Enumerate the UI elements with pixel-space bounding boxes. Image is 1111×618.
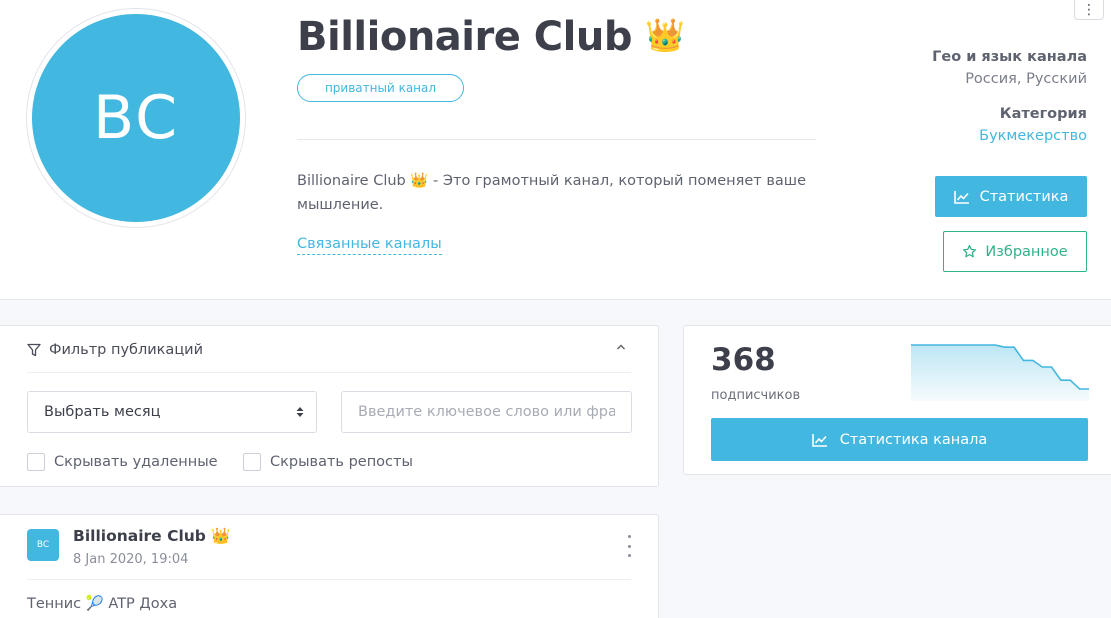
channel-meta: Гео и язык канала Россия, Русский Катего… (847, 46, 1087, 147)
chart-line-icon (811, 433, 828, 447)
chart-line-icon (953, 190, 970, 204)
sparkline-area (911, 345, 1089, 401)
channel-statistics-button[interactable]: Статистика канала (711, 418, 1088, 461)
vertical-dots-icon (627, 535, 631, 538)
category-label: Категория (999, 106, 1087, 122)
filter-funnel-icon (27, 343, 41, 357)
vertical-dots-icon: ⋮ (1082, 1, 1096, 18)
favorite-button-label: Избранное (985, 243, 1068, 260)
crown-icon: 👑 (645, 16, 685, 54)
post-author-name: Billionaire Club (73, 527, 206, 545)
related-channels-link[interactable]: Связанные каналы (297, 236, 442, 255)
keyword-search-input[interactable] (341, 391, 632, 433)
hide-reposts-checkbox-box[interactable] (243, 453, 261, 471)
header-divider (297, 139, 816, 140)
crown-icon: 👑 (211, 527, 231, 545)
star-icon (962, 244, 977, 259)
channel-title: Billionaire Club 👑 (297, 14, 685, 60)
hide-reposts-checkbox[interactable]: Скрывать репосты (243, 453, 413, 471)
filter-divider (27, 372, 631, 373)
private-channel-badge: приватный канал (297, 74, 464, 102)
favorite-button[interactable]: Избранное (943, 231, 1087, 272)
filter-header[interactable]: Фильтр публикаций (27, 342, 203, 358)
channel-description: Billionaire Club 👑 - Это грамотный канал… (297, 173, 806, 213)
subscriber-count: 368 (711, 342, 776, 378)
channel-title-text: Billionaire Club (297, 14, 632, 60)
sort-arrows-icon (296, 406, 304, 418)
post-date: 8 Jan 2020, 19:04 (73, 552, 189, 567)
channel-header: BC Billionaire Club 👑 приватный канал Bi… (0, 0, 1111, 300)
more-menu-button[interactable]: ⋮ (1074, 0, 1104, 20)
hide-deleted-label: Скрывать удаленные (54, 454, 218, 470)
post-divider (27, 579, 631, 580)
post-card: BC Billionaire Club 👑 8 Jan 2020, 19:04 … (0, 514, 659, 618)
subscriber-label: подписчиков (711, 388, 801, 403)
post-author[interactable]: Billionaire Club 👑 (73, 527, 231, 545)
post-menu-button[interactable] (621, 535, 637, 557)
publication-filter-card: Фильтр публикаций Выбрать месяц Скрывать… (0, 325, 659, 487)
statistics-button-label: Статистика (979, 188, 1069, 205)
filter-title: Фильтр публикаций (49, 342, 204, 358)
statistics-button[interactable]: Статистика (935, 176, 1087, 217)
channel-avatar: BC (32, 14, 240, 222)
month-select[interactable]: Выбрать месяц (27, 391, 317, 433)
subscriber-sparkline (911, 344, 1089, 401)
category-link[interactable]: Букмекерство (847, 125, 1087, 147)
chevron-up-icon[interactable] (616, 343, 626, 351)
post-text: Теннис 🎾 ATP Доха (27, 596, 178, 612)
subscribers-card: 368 подписчиков Статистика канала (683, 325, 1111, 475)
hide-reposts-label: Скрывать репосты (270, 454, 413, 470)
month-select-value: Выбрать месяц (44, 404, 161, 420)
hide-deleted-checkbox-box[interactable] (27, 453, 45, 471)
geo-label: Гео и язык канала (932, 49, 1087, 65)
channel-statistics-button-label: Статистика канала (839, 431, 988, 448)
post-avatar[interactable]: BC (27, 529, 59, 561)
geo-value: Россия, Русский (965, 71, 1087, 87)
hide-deleted-checkbox[interactable]: Скрывать удаленные (27, 453, 218, 471)
